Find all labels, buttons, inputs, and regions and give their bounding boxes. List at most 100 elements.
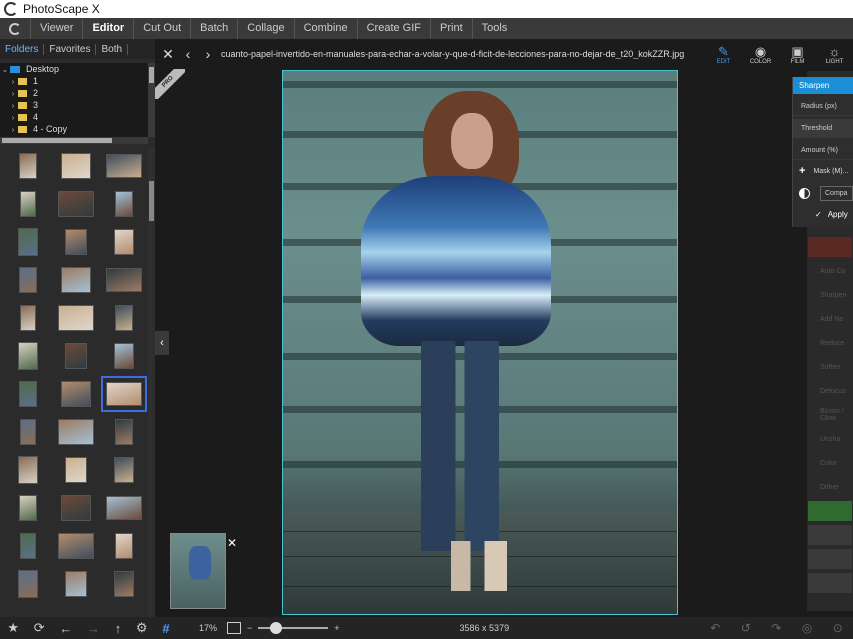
tool-item-pro[interactable] xyxy=(808,573,852,593)
thumbnail-item[interactable] xyxy=(100,147,148,185)
thumbnail-item[interactable] xyxy=(4,527,52,565)
settings-gear-icon[interactable]: ⚙ xyxy=(136,620,148,636)
forward-arrow-icon[interactable]: → xyxy=(87,621,100,636)
next-icon[interactable]: › xyxy=(201,46,215,62)
thumbnail-item[interactable] xyxy=(100,413,148,451)
compare-button[interactable]: Compa xyxy=(820,185,853,201)
thumbnail-item[interactable] xyxy=(100,185,148,223)
tree-item-4[interactable]: › 4 xyxy=(0,111,148,123)
thumbnail-item[interactable] xyxy=(100,565,148,603)
thumbnail-item[interactable] xyxy=(4,451,52,489)
refresh-icon[interactable]: ⟳ xyxy=(34,620,45,636)
home-button[interactable] xyxy=(0,18,30,39)
tree-item-4-copy[interactable]: › 4 - Copy xyxy=(0,123,148,135)
thumbnail-item[interactable] xyxy=(52,489,100,527)
main-photo[interactable] xyxy=(282,70,678,615)
thumbnail-item[interactable] xyxy=(100,451,148,489)
tree-item-1[interactable]: › 1 xyxy=(0,75,148,87)
thumbnail-item[interactable] xyxy=(100,223,148,261)
thumbnail-item[interactable] xyxy=(52,299,100,337)
chevron-right-icon[interactable]: › xyxy=(8,101,18,110)
menu-editor[interactable]: Editor xyxy=(82,18,133,39)
thumbnail-item[interactable] xyxy=(100,299,148,337)
thumbnail-item[interactable] xyxy=(4,223,52,261)
tool-item-pro[interactable] xyxy=(808,501,852,521)
tool-item-dither[interactable]: Dither xyxy=(808,477,852,497)
mode-light[interactable]: ☼ LIGHT xyxy=(816,39,853,71)
thumbnail-item[interactable] xyxy=(4,489,52,527)
tree-scrollbar[interactable] xyxy=(148,63,155,137)
collapse-left-pane-button[interactable]: ‹ xyxy=(155,331,169,355)
tab-favorites[interactable]: Favorites xyxy=(44,43,97,55)
thumbnail-item[interactable] xyxy=(4,261,52,299)
tree-horizontal-scrollbar[interactable] xyxy=(0,137,148,144)
chevron-right-icon[interactable]: › xyxy=(8,125,18,134)
thumbnail-item[interactable] xyxy=(4,299,52,337)
thumbnail-item[interactable] xyxy=(4,185,52,223)
close-navigator-icon[interactable]: ✕ xyxy=(227,536,237,550)
thumbnail-item[interactable] xyxy=(4,413,52,451)
redo-icon[interactable]: ↷ xyxy=(771,621,781,635)
tab-both[interactable]: Both xyxy=(96,43,129,55)
compare-original-icon[interactable]: ◎ xyxy=(802,621,812,635)
menu-print[interactable]: Print xyxy=(430,18,472,39)
thumbnail-item[interactable] xyxy=(52,565,100,603)
tool-item-color[interactable]: Color xyxy=(808,453,852,473)
tool-item-bloom[interactable]: Bloom / Glow xyxy=(808,405,852,425)
menu-collage[interactable]: Collage xyxy=(237,18,293,39)
amount-slider[interactable]: Amount (%) xyxy=(793,141,853,160)
zoom-out-icon[interactable]: − xyxy=(247,623,252,633)
tool-item-reduce[interactable]: Reduce xyxy=(808,333,852,353)
tab-folders[interactable]: Folders xyxy=(0,43,45,55)
menu-batch[interactable]: Batch xyxy=(190,18,237,39)
menu-cut-out[interactable]: Cut Out xyxy=(133,18,190,39)
thumbnail-item[interactable] xyxy=(52,147,100,185)
previous-icon[interactable]: ‹ xyxy=(181,46,195,62)
close-icon[interactable]: ✕ xyxy=(161,46,175,63)
thumbnail-item[interactable] xyxy=(4,147,52,185)
tool-item-sharpen[interactable]: Sharpen xyxy=(808,285,852,305)
apply-button[interactable]: ✓ Apply xyxy=(793,204,853,224)
mode-film[interactable]: ▣ FILM xyxy=(779,39,816,71)
chevron-right-icon[interactable]: › xyxy=(8,77,18,86)
zoom-slider[interactable] xyxy=(258,622,329,634)
tool-item-auto[interactable]: Auto Co xyxy=(808,261,852,281)
zoom-slider-knob[interactable] xyxy=(269,622,282,634)
tool-item-defocus[interactable]: Defocus xyxy=(808,381,852,401)
chevron-down-icon[interactable]: ⌄ xyxy=(0,65,10,74)
undo-icon[interactable]: ↶ xyxy=(710,621,720,635)
thumbnail-item[interactable] xyxy=(100,261,148,299)
tool-item-pro[interactable] xyxy=(808,525,852,545)
navigator-thumbnail[interactable] xyxy=(170,533,226,609)
tree-item-3[interactable]: › 3 xyxy=(0,99,148,111)
thumbnail-item[interactable] xyxy=(100,375,148,413)
tool-item-pro[interactable] xyxy=(808,549,852,569)
menu-tools[interactable]: Tools xyxy=(471,18,517,39)
thumbnail-item[interactable] xyxy=(4,337,52,375)
menu-combine[interactable]: Combine xyxy=(293,18,357,39)
tool-item-add-noise[interactable]: Add No xyxy=(808,309,852,329)
tree-item-desktop[interactable]: ⌄ Desktop xyxy=(0,63,148,75)
crop-grid-icon[interactable]: # xyxy=(155,621,177,636)
mask-button[interactable]: + Mask (M)... xyxy=(793,160,853,182)
thumbnail-item[interactable] xyxy=(52,261,100,299)
undo-all-icon[interactable]: ↺ xyxy=(741,621,751,635)
thumbnail-item[interactable] xyxy=(52,185,100,223)
thumbnail-item[interactable] xyxy=(52,223,100,261)
thumbnail-item[interactable] xyxy=(52,375,100,413)
mode-edit[interactable]: ✎ EDIT xyxy=(705,39,742,71)
menu-viewer[interactable]: Viewer xyxy=(30,18,82,39)
zoom-in-icon[interactable]: + xyxy=(334,623,339,633)
tool-item-unsharp[interactable]: Unsha xyxy=(808,429,852,449)
tool-item-soften[interactable]: Soften xyxy=(808,357,852,377)
tool-item[interactable] xyxy=(808,237,852,257)
chevron-right-icon[interactable]: › xyxy=(8,113,18,122)
mode-color[interactable]: ◉ COLOR xyxy=(742,39,779,71)
radius-field[interactable]: Radius (px) xyxy=(793,97,853,116)
threshold-slider[interactable]: Threshold xyxy=(793,119,853,138)
thumbnail-item[interactable] xyxy=(52,451,100,489)
compare-toggle-icon[interactable] xyxy=(799,187,810,199)
menu-create-gif[interactable]: Create GIF xyxy=(356,18,430,39)
thumbnail-item[interactable] xyxy=(52,527,100,565)
thumbnail-scrollbar[interactable] xyxy=(148,147,155,617)
